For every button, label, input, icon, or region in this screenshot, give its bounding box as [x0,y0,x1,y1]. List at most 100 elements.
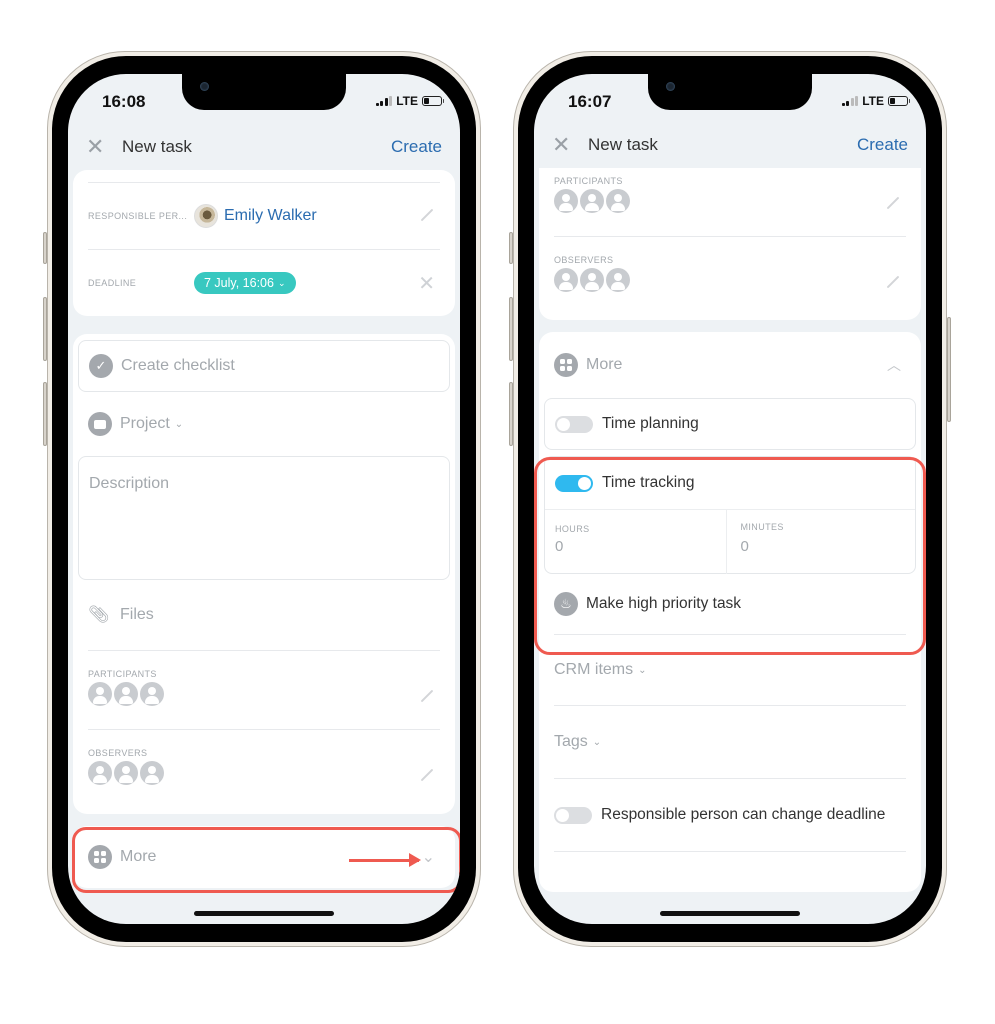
participants-row[interactable]: PARTICIPANTS [539,168,921,236]
status-time: 16:08 [102,92,146,111]
tags-label: Tags [554,733,588,750]
hours-input[interactable]: HOURS 0 [545,510,727,574]
files-button[interactable]: 📎︎ Files [73,580,455,650]
responsible-row[interactable]: RESPONSIBLE PER... Emily Walker [73,183,455,249]
create-button[interactable]: Create [391,137,442,157]
volume-down-button [509,382,513,446]
project-label: Project [120,415,170,432]
chevron-down-icon: ⌄ [277,277,286,288]
tags-selector[interactable]: Tags ⌄ [539,706,921,778]
observers-avatars [88,761,440,785]
participants-row[interactable]: PARTICIPANTS [73,651,455,729]
time-tracking-row: Time tracking [545,457,915,509]
battery-icon [422,96,444,106]
details-card: ✓ Create checklist Project ⌄ Description… [73,334,455,814]
crm-items-selector[interactable]: CRM items ⌄ [539,635,921,705]
phone-frame-left: 16:08 LTE ✕ New task Create RESPONSIBLE … [43,51,481,947]
chevron-down-icon: ⌄ [592,736,602,748]
project-selector[interactable]: Project ⌄ [73,392,455,456]
screen-left: 16:08 LTE ✕ New task Create RESPONSIBLE … [68,74,460,924]
create-checklist-button[interactable]: ✓ Create checklist [78,340,450,392]
deadline-pill[interactable]: 7 July, 16:06 ⌄ [194,272,296,294]
chevron-down-icon: ⌄ [421,849,435,866]
observers-label: OBSERVERS [88,748,148,758]
chevron-down-icon: ⌄ [174,418,184,430]
hours-value: 0 [555,538,564,555]
time-planning-label: Time planning [602,415,699,432]
home-indicator [194,911,334,916]
checklist-label: Create checklist [121,357,235,374]
network-label: LTE [862,94,884,108]
status-time: 16:07 [568,92,612,111]
signal-icon [841,96,859,106]
time-tracking-block: Time tracking HOURS 0 MINUTES 0 [544,456,916,574]
deadline-label: DEADLINE [88,278,137,288]
responsible-change-deadline-label: Responsible person can change deadline [601,806,886,823]
participants-avatars [88,682,440,706]
hours-label: HOURS [555,524,590,534]
clear-deadline-icon[interactable]: ✕ [418,271,435,296]
signal-icon [375,96,393,106]
edit-pencil-icon[interactable] [419,208,435,224]
time-planning-toggle[interactable] [555,415,593,433]
edit-pencil-icon[interactable] [419,689,435,705]
more-label: More [586,356,623,373]
minutes-value: 0 [740,538,749,555]
camera-icon [666,82,675,91]
home-indicator [660,911,800,916]
crm-items-label: CRM items [554,661,634,678]
deadline-row: DEADLINE 7 July, 16:06 ⌄ ✕ [73,250,455,316]
observers-label: OBSERVERS [554,255,614,265]
more-toggle[interactable]: More ︿ [539,332,921,398]
mute-switch [509,232,513,264]
person-icon [140,682,164,706]
responsible-label: RESPONSIBLE PER... [88,211,188,221]
observers-avatars [554,268,906,292]
page-title: New task [122,137,192,156]
person-icon [114,761,138,785]
person-icon [554,268,578,292]
observers-row[interactable]: OBSERVERS [73,730,455,808]
time-tracking-toggle[interactable] [555,474,593,492]
grid-icon [88,845,112,869]
person-icon [580,268,604,292]
time-planning-row: Time planning [544,398,916,450]
folder-icon [88,412,112,436]
edit-pencil-icon[interactable] [419,768,435,784]
person-icon [88,761,112,785]
camera-icon [200,82,209,91]
assignment-card: RESPONSIBLE PER... Emily Walker DEADLINE… [73,170,455,316]
screen-right: 16:07 LTE ✕ New task Create PARTICIPANTS [534,74,926,924]
volume-up-button [43,297,47,361]
top-bar: ✕ New task Create [534,122,926,168]
create-button[interactable]: Create [857,135,908,155]
chevron-down-icon: ⌄ [638,664,647,676]
volume-up-button [509,297,513,361]
close-icon[interactable]: ✕ [86,134,122,160]
paperclip-icon: 📎︎ [88,605,110,624]
edit-pencil-icon[interactable] [885,196,901,212]
person-icon [606,268,630,292]
responsible-change-deadline-toggle[interactable] [554,806,592,824]
volume-down-button [43,382,47,446]
minutes-label: MINUTES [740,522,784,532]
participants-label: PARTICIPANTS [88,669,157,679]
close-icon[interactable]: ✕ [552,132,588,158]
power-button [947,317,951,422]
minutes-input[interactable]: MINUTES 0 [727,510,916,574]
person-icon [114,682,138,706]
chevron-up-icon: ︿ [887,357,901,373]
network-label: LTE [396,94,418,108]
person-icon [88,682,112,706]
page-title: New task [588,135,658,154]
observers-row[interactable]: OBSERVERS [539,237,921,321]
responsible-name[interactable]: Emily Walker [224,207,317,225]
more-toggle[interactable]: More ⌄ [73,826,455,888]
time-tracking-label: Time tracking [602,474,695,491]
description-input[interactable]: Description [78,456,450,580]
bezel: 16:07 LTE ✕ New task Create PARTICIPANTS [518,56,942,942]
edit-pencil-icon[interactable] [885,275,901,291]
high-priority-row[interactable]: ♨ Make high priority task [539,574,921,634]
files-label: Files [120,606,154,623]
bezel: 16:08 LTE ✕ New task Create RESPONSIBLE … [52,56,476,942]
